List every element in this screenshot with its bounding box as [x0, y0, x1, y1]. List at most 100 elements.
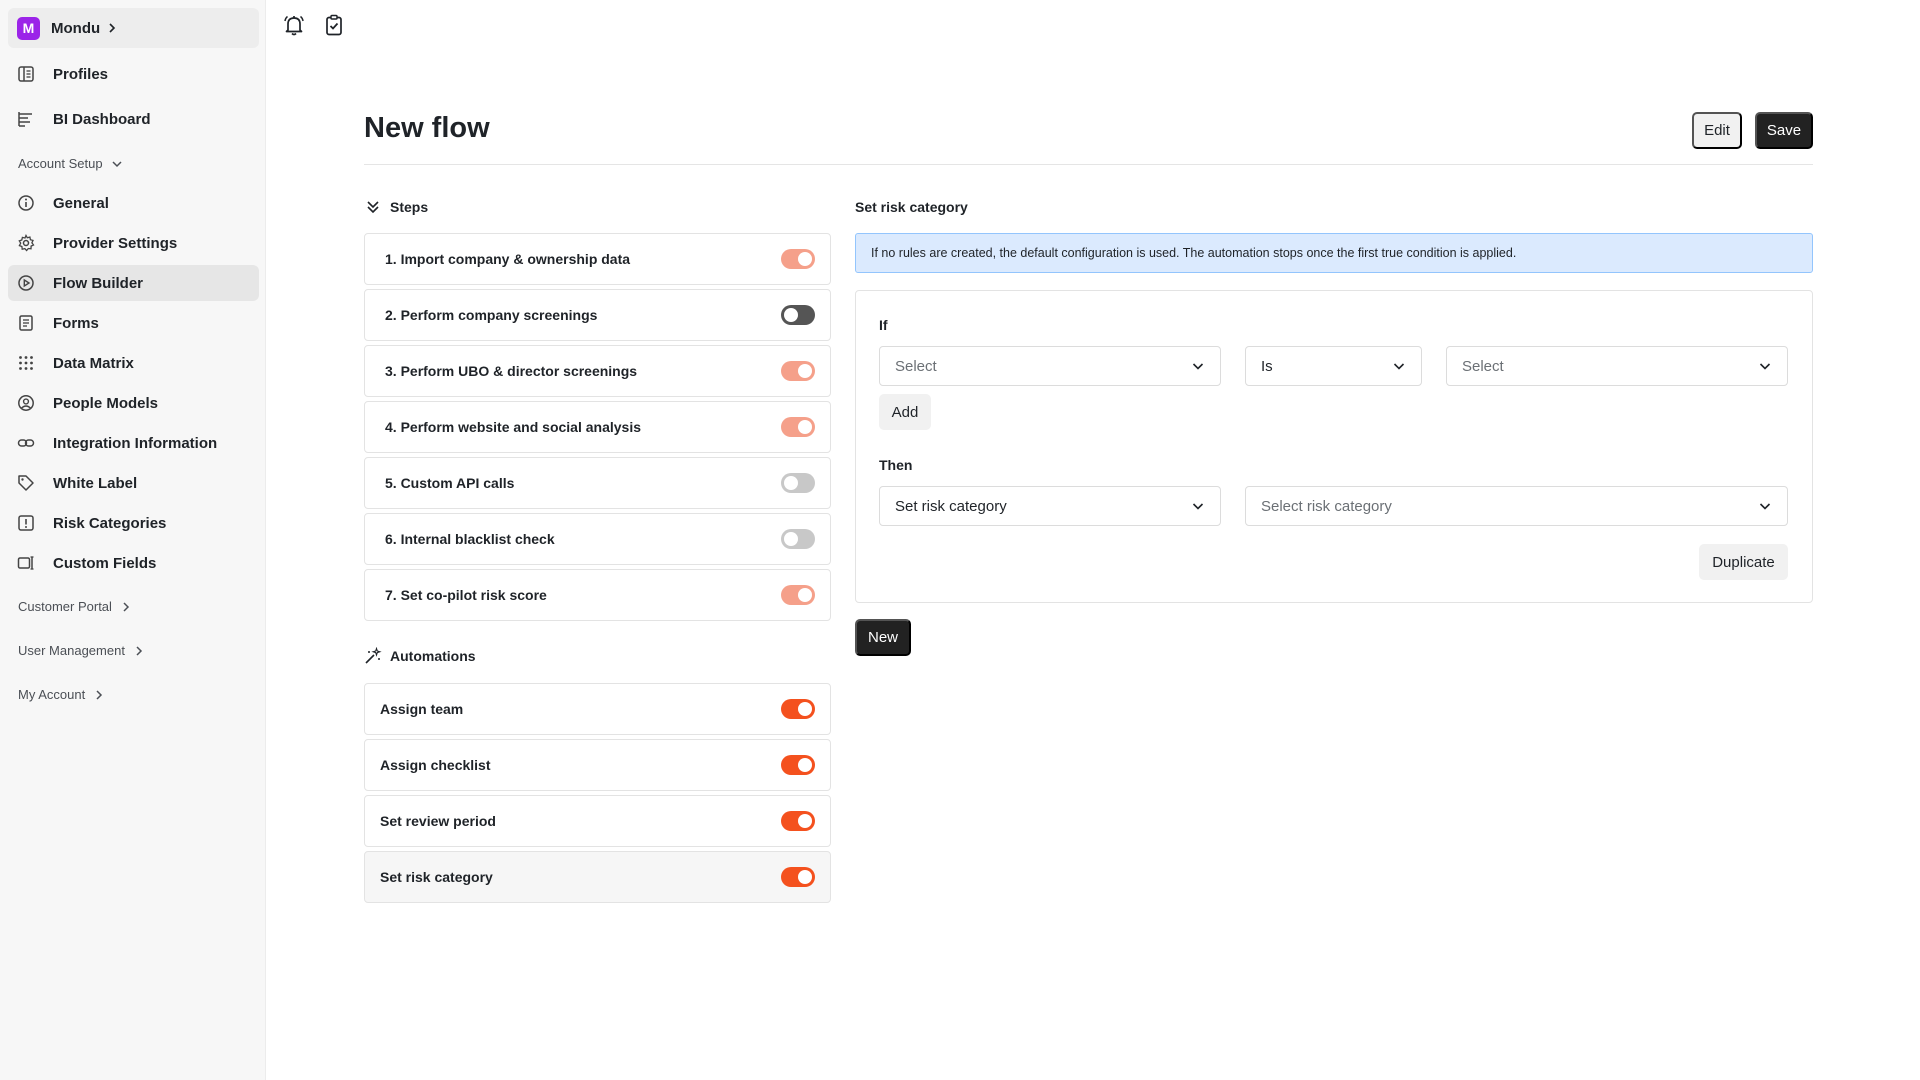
play-circle-icon	[16, 273, 36, 293]
sidebar-item-label: Risk Categories	[53, 514, 167, 532]
select-placeholder: Select risk category	[1261, 497, 1392, 515]
section-account-setup[interactable]: Account Setup	[18, 156, 123, 171]
automation-card[interactable]: Assign team	[364, 683, 831, 735]
chevron-down-icon	[1392, 359, 1406, 373]
alert-square-icon	[16, 513, 36, 533]
step-card[interactable]: 5. Custom API calls	[364, 457, 831, 509]
steps-heading: Steps	[390, 199, 429, 215]
dashboard-icon	[16, 109, 36, 129]
new-rule-button[interactable]: New	[855, 619, 911, 656]
step-toggle[interactable]	[781, 529, 815, 549]
org-switcher[interactable]: M Mondu	[8, 8, 259, 48]
chevron-right-icon	[106, 22, 118, 34]
chevron-down-icon	[1758, 499, 1772, 513]
select-placeholder: Select	[895, 357, 937, 375]
sidebar-item-label: People Models	[53, 394, 159, 412]
step-label: 6. Internal blacklist check	[385, 531, 555, 547]
sidebar-item-bi-dashboard[interactable]: BI Dashboard	[8, 101, 259, 137]
then-label: Then	[879, 457, 913, 473]
chevrons-down-icon	[364, 198, 382, 216]
clipboard-check-icon[interactable]	[321, 12, 347, 38]
automation-toggle[interactable]	[781, 755, 815, 775]
select-value: Set risk category	[895, 497, 1007, 515]
select-value: Is	[1261, 357, 1273, 375]
save-button[interactable]: Save	[1755, 112, 1813, 149]
tag-icon	[16, 473, 36, 493]
steps-header[interactable]: Steps	[364, 198, 428, 216]
automation-label: Set review period	[380, 813, 496, 829]
custom-fields-icon	[16, 553, 36, 573]
sidebar-item-label: White Label	[53, 474, 138, 492]
info-icon	[16, 193, 36, 213]
sidebar-item-white-label[interactable]: White Label	[8, 465, 259, 501]
sidebar-item-profiles[interactable]: Profiles	[8, 56, 259, 92]
edit-button[interactable]: Edit	[1692, 112, 1742, 149]
sidebar-item-integration-information[interactable]: Integration Information	[8, 425, 259, 461]
condition-field-select[interactable]: Select	[879, 346, 1221, 386]
step-toggle[interactable]	[781, 249, 815, 269]
section-label: Account Setup	[18, 156, 103, 171]
step-label: 5. Custom API calls	[385, 475, 515, 491]
sidebar-item-label: Custom Fields	[53, 554, 157, 572]
section-my-account[interactable]: My Account	[18, 687, 105, 702]
step-toggle[interactable]	[781, 417, 815, 437]
step-card[interactable]: 2. Perform company screenings	[364, 289, 831, 341]
step-toggle[interactable]	[781, 585, 815, 605]
step-toggle[interactable]	[781, 473, 815, 493]
if-label: If	[879, 317, 888, 333]
automation-card[interactable]: Assign checklist	[364, 739, 831, 791]
header-divider	[364, 164, 1813, 165]
sidebar-item-label: General	[53, 194, 109, 212]
sidebar-item-risk-categories[interactable]: Risk Categories	[8, 505, 259, 541]
sidebar-item-general[interactable]: General	[8, 185, 259, 221]
page-title: New flow	[364, 112, 490, 144]
sidebar-item-label: Data Matrix	[53, 354, 134, 372]
section-customer-portal[interactable]: Customer Portal	[18, 599, 132, 614]
sidebar-item-forms[interactable]: Forms	[8, 305, 259, 341]
sidebar-item-custom-fields[interactable]: Custom Fields	[8, 545, 259, 581]
chevron-down-icon	[1191, 359, 1205, 373]
step-card[interactable]: 3. Perform UBO & director screenings	[364, 345, 831, 397]
step-label: 3. Perform UBO & director screenings	[385, 363, 638, 379]
duplicate-button[interactable]: Duplicate	[1699, 544, 1788, 580]
action-select[interactable]: Set risk category	[879, 486, 1221, 526]
step-toggle[interactable]	[781, 361, 815, 381]
automation-label: Assign checklist	[380, 757, 491, 773]
step-card[interactable]: 4. Perform website and social analysis	[364, 401, 831, 453]
sidebar-item-label: Profiles	[53, 65, 109, 83]
section-user-management[interactable]: User Management	[18, 643, 145, 658]
automations-header: Automations	[364, 647, 476, 665]
add-condition-button[interactable]: Add	[879, 394, 931, 430]
sidebar-item-flow-builder[interactable]: Flow Builder	[8, 265, 259, 301]
gear-icon	[16, 233, 36, 253]
sidebar-item-people-models[interactable]: People Models	[8, 385, 259, 421]
sidebar-item-label: Flow Builder	[53, 274, 143, 292]
sidebar-item-provider-settings[interactable]: Provider Settings	[8, 225, 259, 261]
automation-toggle[interactable]	[781, 699, 815, 719]
step-card[interactable]: 6. Internal blacklist check	[364, 513, 831, 565]
operator-select[interactable]: Is	[1245, 346, 1422, 386]
sparkles-icon	[364, 647, 382, 665]
step-toggle[interactable]	[781, 305, 815, 325]
bell-icon[interactable]	[281, 12, 307, 38]
step-label: 7. Set co-pilot risk score	[385, 587, 547, 603]
step-label: 4. Perform website and social analysis	[385, 419, 641, 435]
person-circle-icon	[16, 393, 36, 413]
step-card[interactable]: 1. Import company & ownership data	[364, 233, 831, 285]
sidebar-item-label: Integration Information	[53, 434, 218, 452]
sidebar: M Mondu Profiles BI Dashboard Account Se…	[0, 0, 266, 1080]
sidebar-item-data-matrix[interactable]: Data Matrix	[8, 345, 259, 381]
automation-label: Assign team	[380, 701, 464, 717]
grid-dots-icon	[16, 353, 36, 373]
automation-card[interactable]: Set review period	[364, 795, 831, 847]
automation-toggle[interactable]	[781, 811, 815, 831]
risk-category-select[interactable]: Select risk category	[1245, 486, 1788, 526]
org-avatar: M	[17, 16, 40, 40]
automation-card[interactable]: Set risk category	[364, 851, 831, 903]
automation-toggle[interactable]	[781, 867, 815, 887]
chevron-right-icon	[93, 689, 105, 701]
condition-value-select[interactable]: Select	[1446, 346, 1788, 386]
section-label: Customer Portal	[18, 599, 112, 614]
step-label: 2. Perform company screenings	[385, 307, 598, 323]
step-card[interactable]: 7. Set co-pilot risk score	[364, 569, 831, 621]
